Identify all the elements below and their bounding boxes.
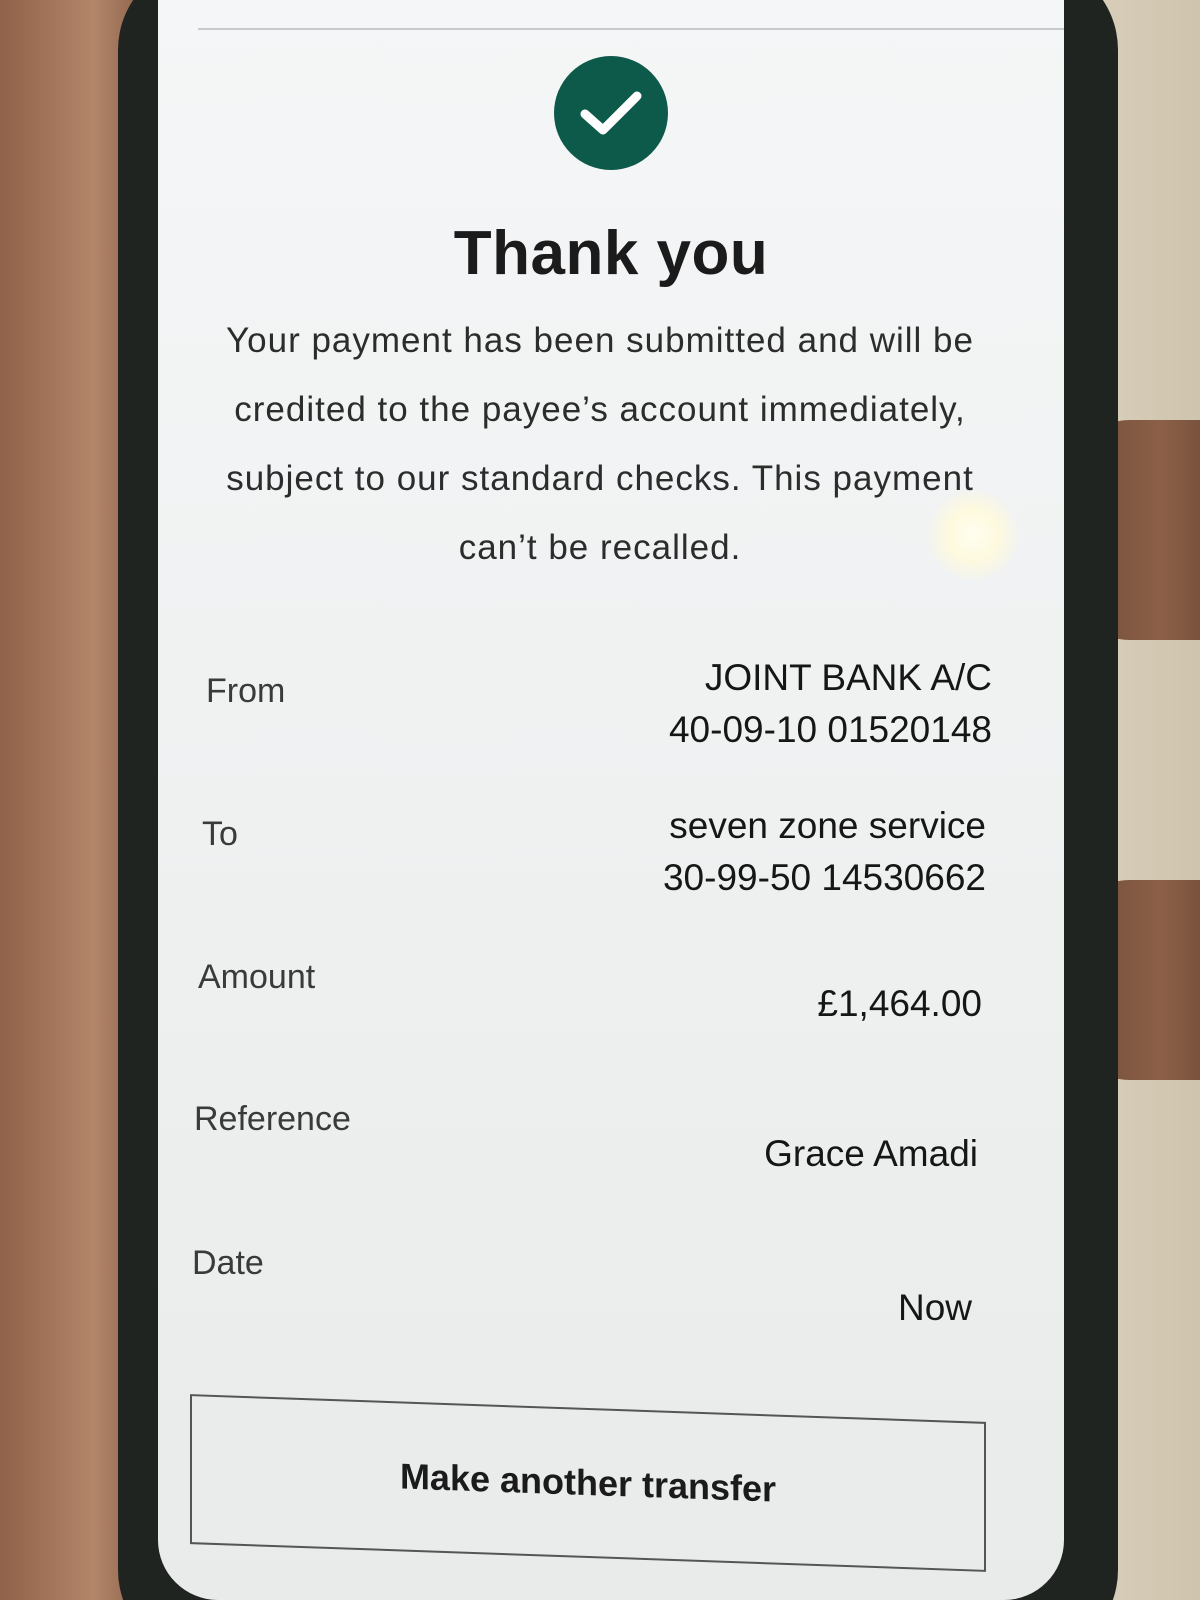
confirmation-message: Your payment has been submitted and will…	[226, 321, 974, 567]
photo-scene: Thank you Your payment has been submitte…	[0, 0, 1200, 1600]
amount-value: £1,464.00	[817, 983, 982, 1024]
to-account: seven zone service 30-99-50 14530662	[663, 800, 986, 904]
checkmark-circle-icon	[554, 56, 668, 170]
from-account: JOINT BANK A/C 40-09-10 01520148	[669, 652, 992, 756]
page-title: Thank you	[453, 219, 769, 288]
screen-glare	[928, 490, 1018, 580]
date-label: Date	[192, 1244, 264, 1282]
date-value: Now	[897, 1287, 972, 1328]
to-account-number: 30-99-50 14530662	[662, 857, 986, 898]
reference-value: Grace Amadi	[764, 1133, 978, 1174]
header-divider	[198, 28, 1064, 30]
amount-label: Amount	[198, 958, 316, 996]
payee-name: seven zone service	[669, 805, 986, 846]
make-another-transfer-button[interactable]: Make another transfer	[190, 1394, 986, 1572]
checkmark-icon	[580, 91, 642, 135]
from-account-name: JOINT BANK A/C	[704, 657, 992, 698]
payment-confirmation-screen: Thank you Your payment has been submitte…	[158, 0, 1064, 1600]
from-label: From	[206, 672, 286, 710]
from-account-number: 40-09-10 01520148	[668, 709, 992, 750]
to-label: To	[202, 815, 238, 853]
reference-label: Reference	[194, 1100, 351, 1138]
